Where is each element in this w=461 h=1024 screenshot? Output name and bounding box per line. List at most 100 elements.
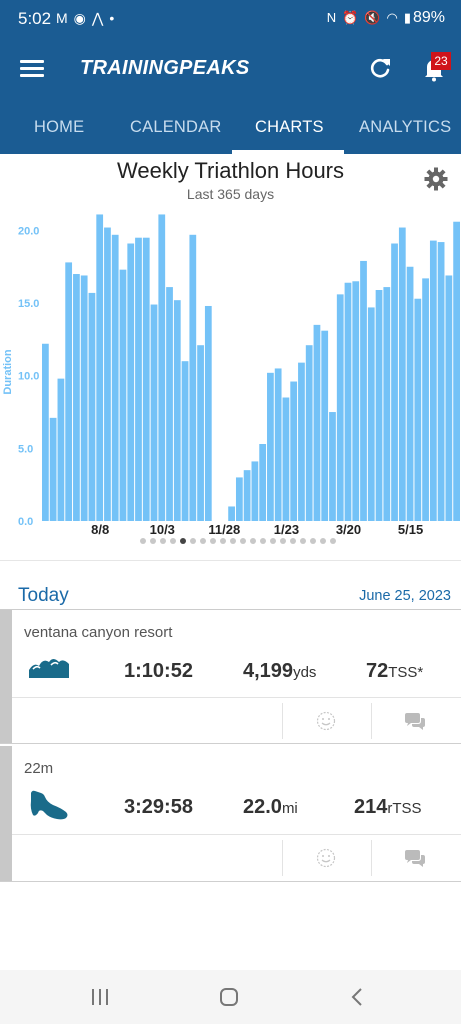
workout-card[interactable]: ventana canyon resort 1:10:52 4,199yds 7…	[0, 610, 461, 744]
chart-bar[interactable]	[321, 330, 329, 521]
chart-bar[interactable]	[189, 234, 197, 521]
tab-home[interactable]: HOME	[34, 118, 84, 137]
chart-bar[interactable]	[398, 227, 406, 521]
y-tick-label: 15.0	[18, 298, 39, 310]
pager-dot[interactable]	[150, 538, 156, 544]
chart-bar[interactable]	[150, 304, 158, 521]
chart-bar[interactable]	[259, 444, 267, 521]
pager-dot[interactable]	[180, 538, 186, 544]
tab-calendar[interactable]: CALENDAR	[130, 118, 221, 137]
tab-analytics[interactable]: ANALYTICS	[359, 118, 451, 137]
main-tabs: HOME CALENDAR CHARTS ANALYTICS	[0, 100, 461, 154]
weekly-hours-chart[interactable]: 0.0 5.0 10.0 15.0 20.0 8/8 10/3 11/28 1/23 3/20 5…	[0, 205, 461, 535]
workout-card[interactable]: 22m 3:29:58 22.0mi 214rTSS	[0, 746, 461, 882]
smiley-face-icon[interactable]	[316, 711, 336, 731]
chart-bar[interactable]	[57, 378, 65, 521]
pager-dot[interactable]	[170, 538, 176, 544]
pager-dot[interactable]	[230, 538, 236, 544]
chart-bar[interactable]	[88, 292, 96, 521]
pager-dot[interactable]	[330, 538, 336, 544]
pager-dot[interactable]	[280, 538, 286, 544]
chart-bar[interactable]	[336, 294, 344, 521]
chart-bar[interactable]	[290, 381, 298, 521]
chart-bar[interactable]	[329, 412, 336, 521]
status-left-icons: M ◉ ⋀ •	[56, 10, 114, 27]
pager-dot[interactable]	[310, 538, 316, 544]
chart-bar[interactable]	[429, 240, 437, 521]
chart-bar[interactable]	[228, 506, 235, 521]
pager-dot[interactable]	[210, 538, 216, 544]
pager-dot[interactable]	[320, 538, 326, 544]
chart-bar[interactable]	[367, 307, 375, 521]
chart-bar[interactable]	[298, 362, 305, 521]
smiley-face-icon[interactable]	[316, 848, 336, 868]
chart-bar[interactable]	[119, 269, 127, 521]
chart-bar[interactable]	[173, 300, 181, 521]
status-right-icons: N ⏰ 🔇 ◠ ▮	[327, 10, 411, 26]
chart-bar[interactable]	[282, 397, 290, 521]
chart-bar[interactable]	[73, 274, 80, 521]
home-icon[interactable]	[219, 987, 239, 1007]
comment-icon[interactable]	[404, 713, 426, 731]
comment-icon[interactable]	[404, 850, 426, 868]
refresh-icon[interactable]	[368, 56, 392, 80]
chart-bar[interactable]	[437, 242, 445, 521]
chart-bar[interactable]	[127, 243, 135, 521]
chart-bar[interactable]	[305, 345, 313, 521]
workout-distance: 22.0mi	[243, 796, 298, 819]
chart-bar[interactable]	[267, 372, 274, 521]
pager-dot[interactable]	[300, 538, 306, 544]
chart-bar[interactable]	[235, 477, 243, 521]
chart-bar[interactable]	[313, 324, 321, 521]
recent-apps-icon[interactable]	[90, 988, 110, 1006]
y-tick-label: 5.0	[18, 443, 33, 455]
chart-bar[interactable]	[274, 368, 282, 521]
chart-bar[interactable]	[197, 345, 204, 521]
chart-bar[interactable]	[360, 260, 367, 521]
chart-bar[interactable]	[445, 275, 453, 521]
back-icon[interactable]	[350, 987, 364, 1007]
chart-bar[interactable]	[251, 461, 259, 521]
pager-dot[interactable]	[270, 538, 276, 544]
chart-bar[interactable]	[406, 266, 414, 521]
chart-bar[interactable]	[453, 221, 460, 521]
hamburger-menu-icon[interactable]	[20, 60, 44, 78]
run-icon	[30, 790, 68, 820]
chart-bar[interactable]	[111, 234, 119, 521]
pager-dot[interactable]	[240, 538, 246, 544]
chart-bar[interactable]	[135, 237, 142, 521]
chart-bar[interactable]	[352, 281, 360, 521]
chart-bar[interactable]	[104, 227, 111, 521]
pager-dot[interactable]	[220, 538, 226, 544]
chart-bar[interactable]	[42, 343, 49, 521]
chart-bar[interactable]	[422, 278, 429, 521]
chart-bar[interactable]	[181, 361, 189, 521]
battery-level: 89%	[412, 9, 445, 26]
tab-charts[interactable]: CHARTS	[255, 118, 324, 137]
chart-bar[interactable]	[383, 287, 391, 521]
x-tick-label: 10/3	[150, 522, 175, 535]
pager-dot[interactable]	[290, 538, 296, 544]
chart-bar[interactable]	[49, 417, 57, 521]
chart-bar[interactable]	[80, 275, 88, 521]
chart-bar[interactable]	[166, 287, 173, 521]
pager-dot[interactable]	[200, 538, 206, 544]
chart-bar[interactable]	[243, 470, 251, 521]
chart-bar[interactable]	[344, 282, 352, 521]
chart-bar[interactable]	[414, 298, 422, 521]
chart-bar[interactable]	[375, 290, 383, 521]
pager-dot[interactable]	[250, 538, 256, 544]
chart-bar[interactable]	[96, 214, 104, 521]
chart-bar[interactable]	[158, 214, 166, 521]
chart-bar[interactable]	[65, 262, 73, 521]
gear-icon[interactable]	[424, 167, 448, 191]
app-logo: TRAININGPEAKS	[80, 57, 250, 79]
pager-dot[interactable]	[190, 538, 196, 544]
chart-pager-dots[interactable]	[140, 538, 336, 544]
chart-bar[interactable]	[391, 243, 398, 521]
pager-dot[interactable]	[140, 538, 146, 544]
chart-bar[interactable]	[204, 305, 212, 521]
pager-dot[interactable]	[260, 538, 266, 544]
chart-bar[interactable]	[142, 237, 150, 521]
pager-dot[interactable]	[160, 538, 166, 544]
